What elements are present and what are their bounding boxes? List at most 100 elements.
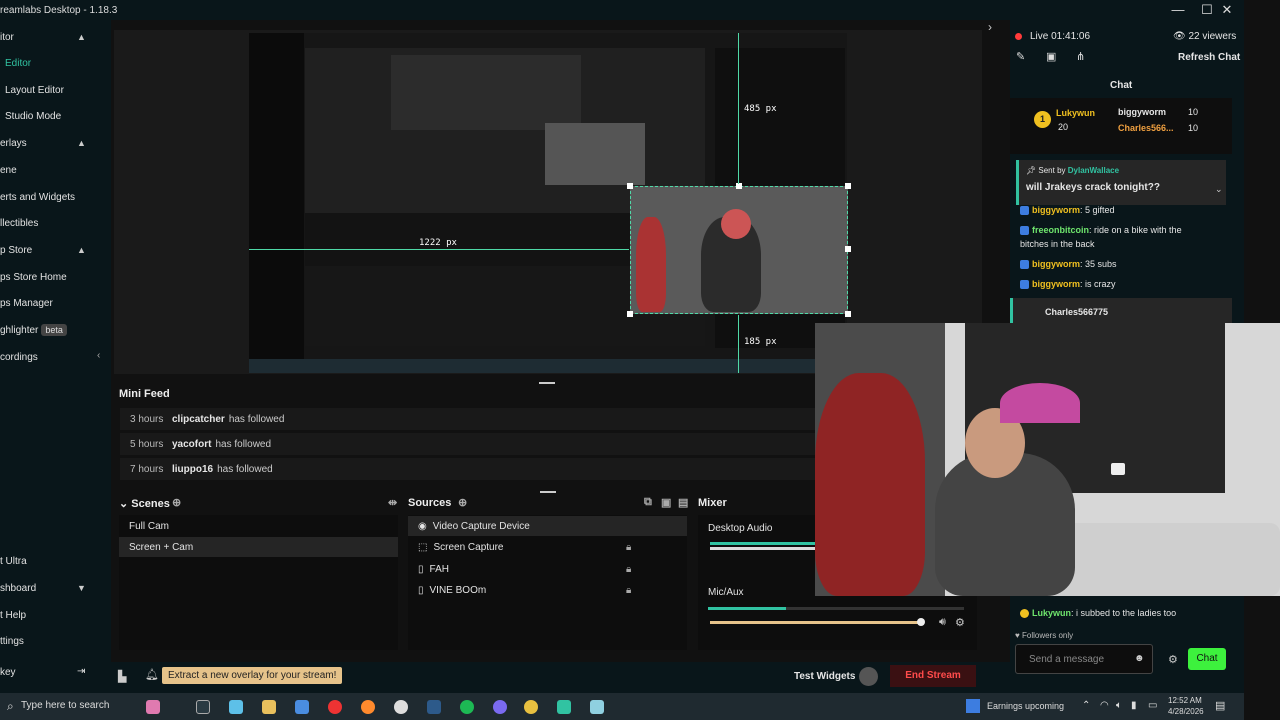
sidebar-item-apps-store-home[interactable]: ps Store Home — [0, 272, 67, 283]
lock-icon[interactable]: 🔒︎ — [626, 542, 631, 553]
chevron-right-icon[interactable]: › — [988, 20, 992, 34]
resize-handle[interactable] — [845, 183, 851, 189]
streamlabs-icon[interactable] — [557, 700, 571, 714]
stats-icon[interactable]: ▙ — [118, 670, 126, 683]
volume-slider[interactable] — [710, 547, 815, 550]
drag-handle[interactable] — [540, 491, 556, 493]
resize-handle[interactable] — [845, 246, 851, 252]
scene-item[interactable]: Full Cam — [119, 516, 398, 536]
obs-icon[interactable] — [394, 700, 408, 714]
sidebar-item-help[interactable]: t Help — [0, 610, 26, 621]
sidebar-item-alerts[interactable]: erts and Widgets — [0, 192, 75, 203]
microphone-icon[interactable]: ▮ — [1131, 700, 1137, 711]
search-icon[interactable]: ⌕ — [7, 699, 14, 714]
bell-icon[interactable]: 🔔︎ — [145, 668, 159, 681]
resize-handle[interactable] — [845, 311, 851, 317]
selected-source-box[interactable] — [630, 186, 848, 314]
sidebar-item-key[interactable]: key — [0, 667, 16, 678]
chat-input[interactable]: Send a message ☻ — [1015, 644, 1153, 674]
chevron-up-icon[interactable]: ▲ — [77, 138, 86, 148]
sidebar-item-studio-mode[interactable]: Studio Mode — [5, 111, 61, 122]
minimize-button[interactable]: — — [1168, 2, 1188, 17]
chat-user[interactable]: biggyworm — [1032, 279, 1080, 289]
drag-handle[interactable] — [539, 382, 555, 384]
scenes-title[interactable]: ⌄ Scenes — [119, 497, 170, 510]
news-widget[interactable]: Earnings upcoming — [987, 701, 1064, 711]
lock-icon[interactable]: 🔒︎ — [626, 585, 631, 596]
chat-user[interactable]: Lukywun — [1032, 608, 1071, 618]
chat-user[interactable]: freeonbitcoin — [1032, 225, 1089, 235]
refresh-chat-button[interactable]: Refresh Chat — [1178, 52, 1240, 63]
notification-icon[interactable]: ▤ — [1215, 699, 1225, 712]
steam-icon[interactable] — [427, 700, 441, 714]
chrome-icon[interactable] — [524, 700, 538, 714]
store-icon[interactable] — [295, 700, 309, 714]
tip-banner[interactable]: Extract a new overlay for your stream! — [162, 667, 343, 684]
sidebar-item-editor[interactable]: Editor — [5, 58, 31, 69]
chevron-up-icon[interactable]: ▲ — [77, 32, 86, 42]
share-icon[interactable]: ⋔ — [1076, 50, 1085, 63]
folder-icon[interactable]: ▣ — [661, 496, 671, 509]
tray-chevron-icon[interactable]: ⌃ — [1082, 700, 1090, 711]
toggle-icon[interactable] — [859, 667, 878, 686]
battery-icon[interactable]: ▭ — [1148, 700, 1157, 711]
chat-user[interactable]: biggyworm — [1032, 205, 1080, 215]
chevron-down-icon[interactable]: ▼ — [77, 583, 86, 593]
slider-thumb[interactable] — [917, 618, 925, 626]
resize-handle[interactable] — [627, 183, 633, 189]
sidebar-item-ultra[interactable]: t Ultra — [0, 556, 27, 567]
highlighted-message[interactable]: Charles566775 — [1010, 298, 1232, 326]
pinned-message[interactable]: 📌︎ Sent by DylanWallace will Jrakeys cra… — [1016, 160, 1226, 205]
record-icon[interactable]: ▣ — [1046, 50, 1056, 63]
top-user-name[interactable]: Lukywun — [1056, 108, 1095, 118]
collapse-icon[interactable]: ‹ — [97, 350, 100, 361]
source-item[interactable]: ▯ FAH 🔒︎ — [408, 559, 687, 579]
scene-item[interactable]: Screen + Cam — [119, 537, 398, 557]
sidebar-item-scene[interactable]: ene — [0, 165, 17, 176]
clock-time[interactable]: 12:52 AM — [1168, 696, 1202, 705]
close-button[interactable]: ✕ — [1217, 2, 1237, 18]
test-widgets-button[interactable]: Test Widgets — [794, 671, 855, 682]
volume-slider[interactable] — [710, 621, 920, 624]
discord-icon[interactable] — [493, 700, 507, 714]
sidebar-item-recordings[interactable]: cordings — [0, 352, 38, 363]
sidebar-item-editor-group[interactable]: itor — [0, 32, 14, 43]
resize-handle[interactable] — [736, 183, 742, 189]
top-user-name[interactable]: biggyworm — [1118, 107, 1166, 117]
edit-icon[interactable]: ✎ — [1016, 50, 1025, 63]
sidebar-item-collectibles[interactable]: llectibles — [0, 218, 38, 229]
end-stream-button[interactable]: End Stream — [890, 665, 976, 687]
emote-icon[interactable]: ☻ — [1134, 653, 1145, 664]
sidebar-item-settings[interactable]: ttings — [0, 636, 24, 647]
gear-icon[interactable]: ⚙ — [1168, 653, 1178, 666]
folder-icon[interactable] — [262, 700, 276, 714]
sidebar-item-highlighter[interactable]: ghlighter beta — [0, 324, 67, 336]
chat-user[interactable]: biggyworm — [1032, 259, 1080, 269]
scene-transition-icon[interactable]: ⇹ — [388, 496, 397, 509]
add-source-icon[interactable]: ⊕ — [458, 496, 467, 509]
chevron-up-icon[interactable]: ▲ — [77, 245, 86, 255]
copilot-icon[interactable] — [229, 700, 243, 714]
speaker-icon[interactable]: 🔊︎ — [939, 616, 946, 629]
logout-icon[interactable]: ⇥ — [77, 666, 85, 677]
folder-icon[interactable]: ▤ — [678, 496, 688, 509]
opera-icon[interactable] — [328, 700, 342, 714]
resize-handle[interactable] — [627, 311, 633, 317]
add-scene-icon[interactable]: ⊕ — [172, 496, 181, 509]
app-icon[interactable] — [590, 700, 604, 714]
source-item[interactable]: ⬚ Screen Capture 🔒︎ — [408, 537, 687, 557]
sidebar-item-app-store[interactable]: p Store — [0, 245, 32, 256]
chevron-down-icon[interactable]: ⌄ — [1215, 184, 1223, 195]
sidebar-item-overlays[interactable]: erlays — [0, 138, 27, 149]
volume-icon[interactable]: 🔈︎ — [1116, 700, 1122, 711]
top-user-name[interactable]: Charles566... — [1118, 123, 1174, 133]
source-item[interactable]: ◉ Video Capture Device — [408, 516, 687, 536]
source-group-icon[interactable]: ⧉ — [644, 496, 652, 509]
chat-send-button[interactable]: Chat — [1188, 648, 1226, 670]
lock-icon[interactable]: 🔒︎ — [626, 564, 631, 575]
spotify-icon[interactable] — [460, 700, 474, 714]
widget-icon[interactable] — [146, 700, 160, 714]
clock-date[interactable]: 4/28/2026 — [1168, 707, 1204, 716]
sidebar-item-dashboard[interactable]: shboard — [0, 583, 36, 594]
maximize-button[interactable]: ☐ — [1197, 2, 1217, 18]
